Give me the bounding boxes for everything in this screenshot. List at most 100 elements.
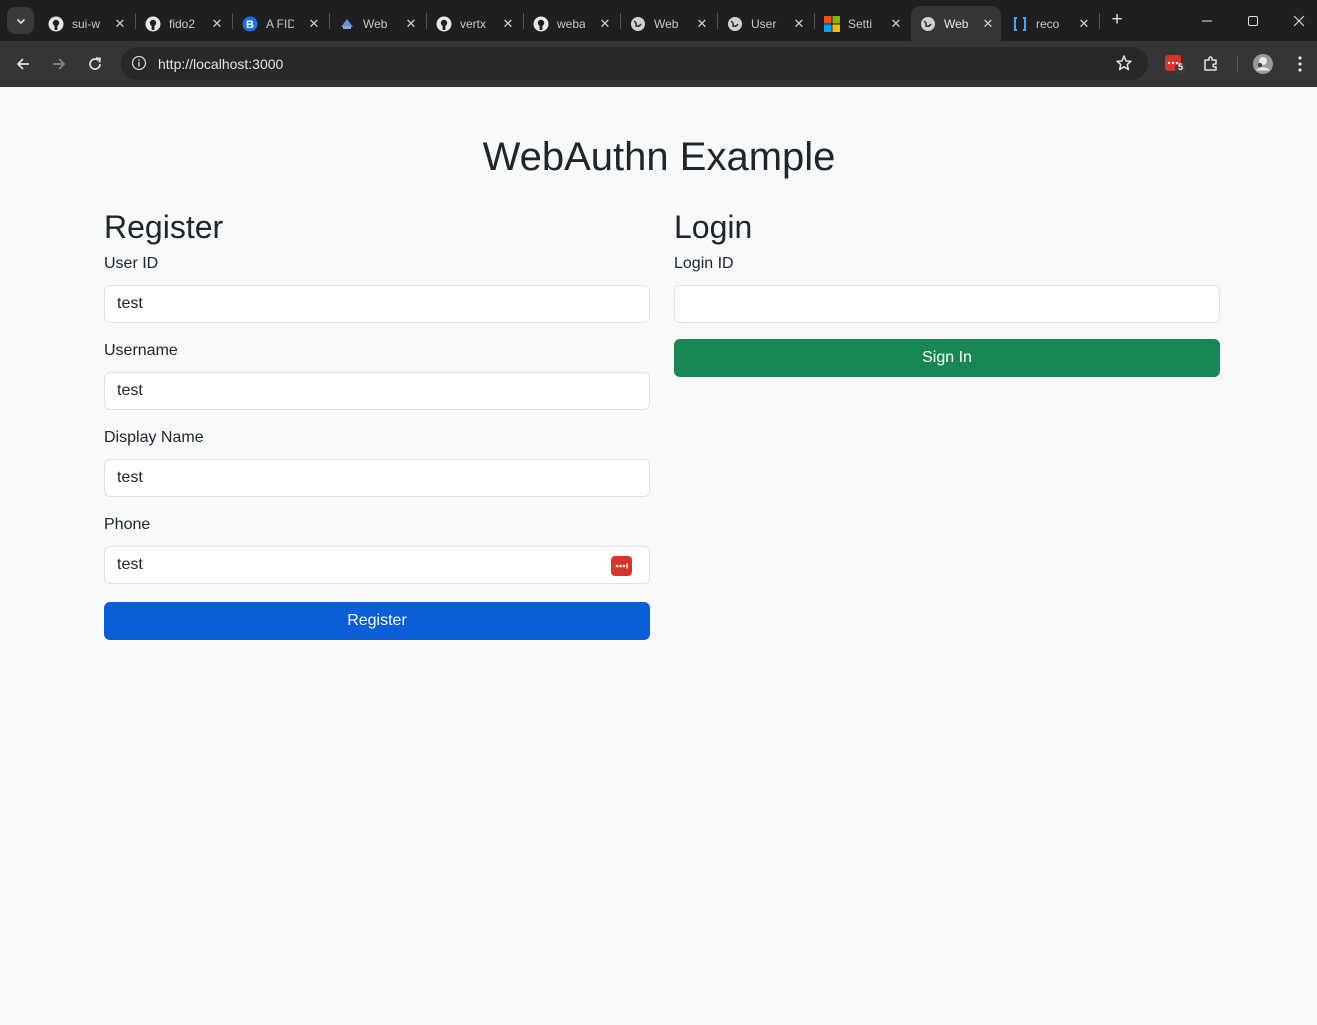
globe-icon [630,16,646,32]
login-id-label: Login ID [674,255,734,272]
browser-tab[interactable]: vertx ✕ [427,6,523,41]
browser-tab[interactable]: B A FID ✕ [233,6,329,41]
login-heading: Login [674,209,753,245]
github-icon [533,16,549,32]
username-field [104,372,650,410]
forward-button[interactable] [44,49,74,79]
b-logo-icon: B [242,16,258,32]
browser-toolbar: http://localhost:3000 5 [0,41,1317,87]
password-manager-icon[interactable] [611,556,632,576]
register-heading: Register [104,209,224,245]
login-id-field [674,285,1220,323]
display-name-label: Display Name [104,429,204,446]
page-title: WebAuthn Example [482,135,836,179]
tab-title: Web [654,16,679,31]
browser-tab[interactable]: reco ✕ [1003,6,1099,41]
extensions-button[interactable] [1200,53,1222,75]
minimize-button[interactable] [1184,0,1230,41]
back-button[interactable] [8,49,38,79]
arrow-right-icon [53,58,66,70]
user-id-input[interactable] [105,286,649,322]
maximize-button[interactable] [1230,0,1276,41]
close-icon[interactable]: ✕ [888,16,904,32]
browser-tab[interactable]: Web ✕ [621,6,717,41]
toolbar-divider [1237,55,1238,73]
browser-tab[interactable]: weba ✕ [524,6,620,41]
chevron-down-icon [16,18,25,24]
tab-title: weba [557,16,585,31]
page-content: WebAuthn Example Register User ID Userna… [1,87,1317,1025]
sign-in-button[interactable]: Sign In [674,339,1220,377]
svg-text:B: B [246,19,254,31]
address-bar[interactable]: http://localhost:3000 [121,47,1148,80]
kebab-menu-icon [1298,56,1302,72]
user-id-label: User ID [104,255,159,272]
tab-title: Web [363,16,388,31]
password-extension-button[interactable]: 5 [1164,53,1186,75]
url-text: http://localhost:3000 [158,56,284,72]
globe-icon [920,16,936,32]
user-id-field [104,285,650,323]
close-icon[interactable]: ✕ [597,16,613,32]
tab-title: reco [1036,16,1060,31]
bookmark-star-icon[interactable] [1115,54,1133,72]
browser-tab-active[interactable]: Web ✕ [911,6,1001,41]
close-icon[interactable]: ✕ [791,16,807,32]
github-icon [145,16,161,32]
avatar-icon [1253,54,1273,74]
browser-tab[interactable]: Web ✕ [330,6,426,41]
display-name-field [104,459,650,497]
browser-tab[interactable]: Setti ✕ [815,6,911,41]
extension-badge: 5 [1178,62,1184,72]
register-button[interactable]: Register [104,602,650,640]
close-icon[interactable]: ✕ [980,16,996,32]
phone-field [104,546,650,584]
github-icon [48,16,64,32]
register-section: Register User ID Username Display Name P… [104,207,650,640]
close-icon[interactable]: ✕ [1076,16,1092,32]
tab-title: Setti [848,16,873,31]
phone-input[interactable] [105,547,649,583]
microsoft-icon [824,15,840,32]
phone-label: Phone [104,516,151,533]
tab-title: Web [944,16,968,31]
browser-tab[interactable]: sui-w ✕ [39,6,135,41]
tab-title: User [751,16,777,31]
close-icon[interactable]: ✕ [112,16,128,32]
arrow-left-icon [16,58,29,70]
login-section: Login Login ID Sign In [674,207,1220,377]
new-tab-button[interactable]: + [1106,9,1128,31]
close-icon[interactable]: ✕ [403,16,419,32]
profile-button[interactable] [1252,53,1274,75]
username-label: Username [104,342,178,359]
tab-title: A FID [266,16,294,31]
login-id-input[interactable] [675,286,1219,322]
tab-title: fido2 [169,16,196,31]
close-icon[interactable]: ✕ [694,16,710,32]
reload-button[interactable] [80,49,110,79]
minimize-icon [1202,20,1212,21]
reload-icon [89,57,101,70]
tab-title: sui-w [72,16,100,31]
github-icon [436,16,452,32]
browser-menu-button[interactable] [1289,53,1311,75]
tab-title: vertx [460,16,487,31]
maximize-icon [1248,15,1258,26]
tab-search-button[interactable] [7,7,34,34]
globe-icon [727,16,743,32]
display-name-input[interactable] [105,460,649,496]
username-input[interactable] [105,373,649,409]
brackets-icon [1012,16,1028,32]
browser-tab[interactable]: User ✕ [718,6,814,41]
close-icon[interactable]: ✕ [306,16,322,32]
puzzle-icon [1204,56,1217,71]
close-window-button[interactable] [1276,0,1317,41]
tab-divider [1099,13,1100,29]
webauthn-icon [339,16,355,32]
close-icon[interactable]: ✕ [500,16,516,32]
info-icon[interactable] [130,54,148,72]
browser-tab-strip: sui-w ✕ fido2 ✕ B A FID ✕ Web ✕ vertx ✕ … [0,0,1317,41]
browser-tab[interactable]: fido2 ✕ [136,6,232,41]
close-icon [1293,15,1305,26]
close-icon[interactable]: ✕ [209,16,225,32]
